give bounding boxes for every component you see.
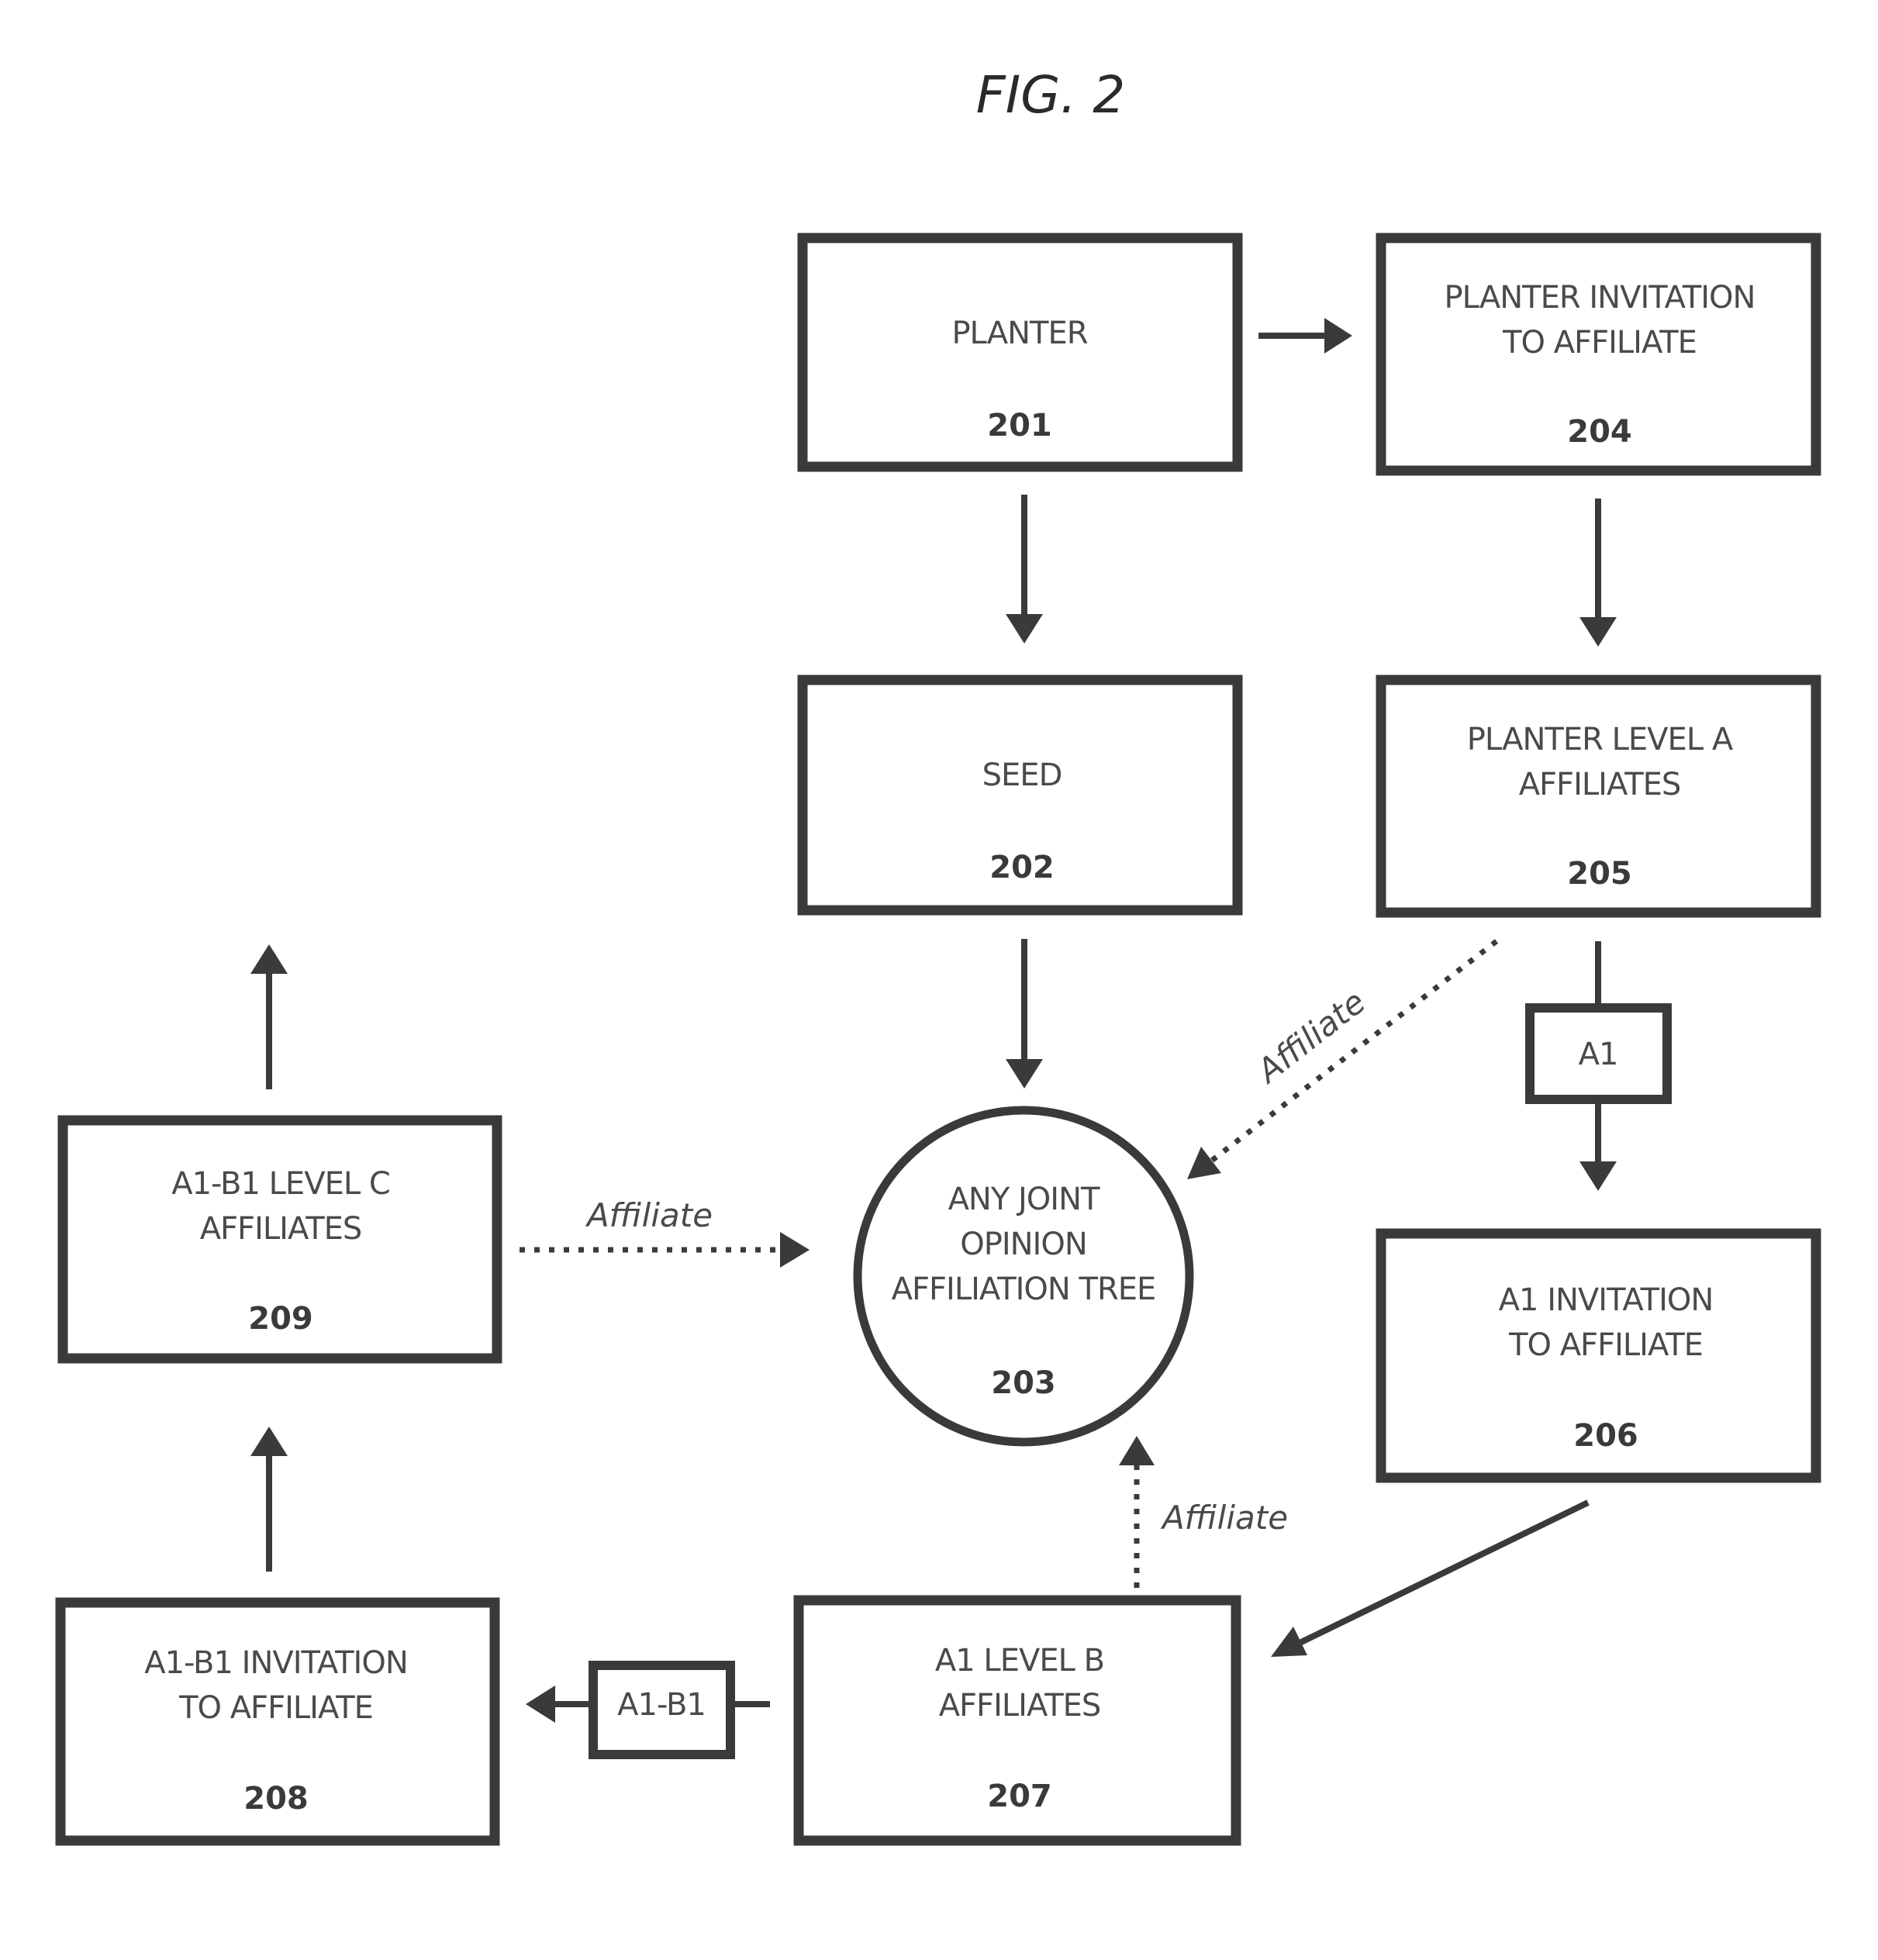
node-201: PLANTER 201 — [797, 233, 1243, 472]
node-209-line-1: A1-B1 LEVEL C — [171, 1166, 390, 1202]
node-205-line-2: AFFILIATES — [1519, 767, 1681, 802]
node-209-number: 209 — [248, 1301, 313, 1337]
node-201-line-1: PLANTER — [951, 316, 1087, 351]
node-208-line-1: A1-B1 INVITATION — [144, 1645, 408, 1681]
node-202-line-1: SEED — [982, 757, 1062, 793]
node-208-line-2: TO AFFILIATE — [178, 1690, 373, 1726]
node-206-line-2: TO AFFILIATE — [1508, 1327, 1703, 1363]
arrow-209-up — [250, 944, 288, 1089]
node-205-line-1: PLANTER LEVEL A — [1467, 722, 1734, 757]
arrow-201-to-204 — [1258, 318, 1352, 354]
node-207: A1 LEVEL B AFFILIATES 207 — [793, 1595, 1241, 1846]
edge-label-207-affiliate: Affiliate — [1160, 1499, 1288, 1537]
dotted-arrow-205-to-203 — [1187, 939, 1499, 1179]
node-206: A1 INVITATION TO AFFILIATE 206 — [1376, 1228, 1821, 1483]
node-202-number: 202 — [989, 850, 1055, 885]
node-207-line-2: AFFILIATES — [939, 1688, 1101, 1724]
node-203-number: 203 — [991, 1365, 1056, 1401]
arrow-202-to-203 — [1006, 939, 1043, 1089]
node-207-line-1: A1 LEVEL B — [935, 1643, 1104, 1679]
connector-a1-label: A1 — [1579, 1037, 1618, 1072]
node-201-number: 201 — [987, 408, 1052, 443]
node-206-line-1: A1 INVITATION — [1499, 1282, 1714, 1318]
node-208-number: 208 — [243, 1781, 309, 1817]
arrow-201-to-202 — [1006, 495, 1043, 644]
arrow-206-to-207 — [1271, 1499, 1590, 1657]
dotted-arrow-209-to-203 — [520, 1232, 810, 1268]
arrow-204-to-205 — [1579, 499, 1617, 647]
node-204: PLANTER INVITATION TO AFFILIATE 204 — [1376, 233, 1821, 476]
node-205: PLANTER LEVEL A AFFILIATES 205 — [1376, 675, 1821, 918]
node-202: SEED 202 — [797, 675, 1243, 916]
node-203-line-2: OPINION — [960, 1227, 1087, 1262]
dotted-arrow-207-to-203 — [1119, 1436, 1155, 1588]
connector-a1b1-label: A1-B1 — [617, 1687, 706, 1723]
node-206-number: 206 — [1573, 1418, 1638, 1454]
node-208: A1-B1 INVITATION TO AFFILIATE 208 — [55, 1597, 500, 1846]
node-205-number: 205 — [1567, 856, 1632, 892]
flow-diagram: FIG. 2 PLANTER 201 PLANTER INVITATION TO… — [55, 65, 1821, 1846]
node-203-line-3: AFFILIATION TREE — [892, 1272, 1156, 1307]
connector-a1: A1 — [1525, 1003, 1672, 1104]
node-204-line-1: PLANTER INVITATION — [1445, 280, 1755, 316]
node-203: ANY JOINT OPINION AFFILIATION TREE 203 — [853, 1106, 1194, 1447]
arrow-208-to-209 — [250, 1427, 288, 1572]
node-204-line-2: TO AFFILIATE — [1502, 325, 1697, 361]
figure-title: FIG. 2 — [976, 65, 1126, 125]
edge-label-205-affiliate: Affiliate — [1248, 982, 1372, 1091]
node-204-number: 204 — [1567, 414, 1632, 450]
node-209-line-2: AFFILIATES — [200, 1211, 362, 1247]
connector-a1b1: A1-B1 — [589, 1661, 735, 1759]
edge-label-209-affiliate: Affiliate — [585, 1196, 713, 1234]
node-209: A1-B1 LEVEL C AFFILIATES 209 — [57, 1115, 502, 1364]
node-203-line-1: ANY JOINT — [948, 1182, 1100, 1217]
node-207-number: 207 — [987, 1779, 1052, 1814]
